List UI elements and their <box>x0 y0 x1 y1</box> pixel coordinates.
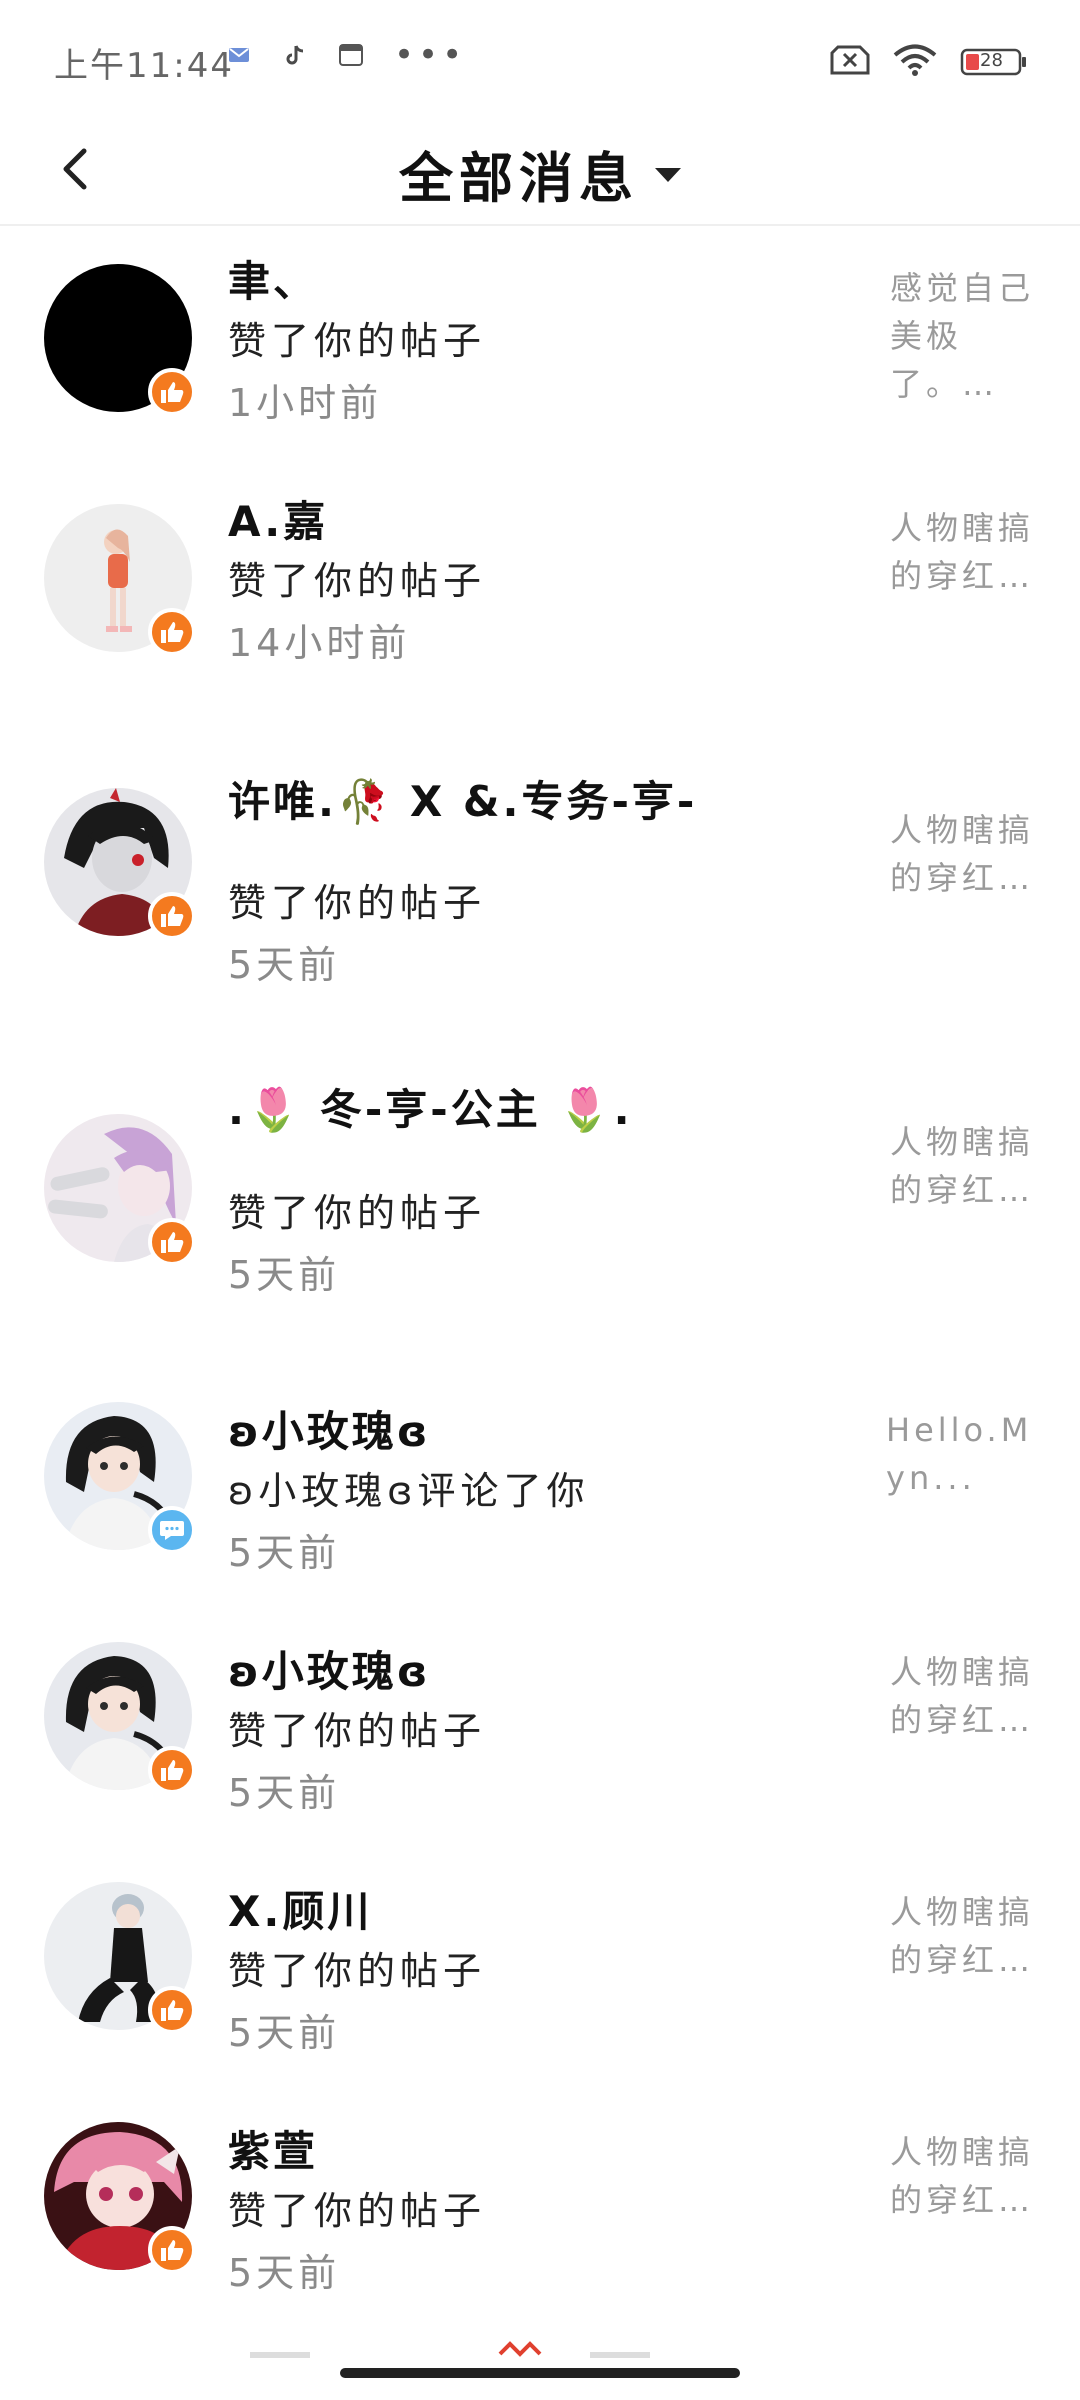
post-preview[interactable]: 人物瞎搞的穿红… <box>890 1648 1040 1744</box>
post-preview[interactable]: 人物瞎搞的穿红… <box>890 1888 1040 1984</box>
comment-icon <box>148 1506 196 1554</box>
wifi-icon <box>892 44 938 80</box>
sim-off-icon <box>830 45 870 79</box>
message-time: 1小时前 <box>228 381 383 425</box>
caret-down-icon <box>655 168 681 182</box>
avatar[interactable] <box>44 788 196 940</box>
sender-name[interactable]: 聿、 <box>228 248 318 309</box>
message-time: 5天前 <box>228 943 341 987</box>
like-icon <box>148 1986 196 2034</box>
like-icon <box>148 368 196 416</box>
app-header: 全部消息 <box>0 120 1080 226</box>
avatar[interactable] <box>44 1642 196 1794</box>
status-bar: 上午11:44 ••• 28 <box>0 0 1080 120</box>
like-icon <box>148 892 196 940</box>
sender-name[interactable]: X.顾川 <box>228 1878 372 1939</box>
post-preview[interactable]: 人物瞎搞的穿红… <box>890 504 1040 600</box>
sender-name[interactable]: ʚ小玫瑰ɞ <box>228 1638 430 1699</box>
message-action: 赞了你的帖子 <box>228 319 487 363</box>
message-item[interactable]: 紫萱 赞了你的帖子 5天前 人物瞎搞的穿红… <box>0 2098 1080 2328</box>
sender-name[interactable]: 紫萱 <box>228 2118 318 2179</box>
avatar[interactable] <box>44 2122 196 2274</box>
message-item[interactable]: 许唯.🥀 X &.专务-亨- 赞了你的帖子 5天前 人物瞎搞的穿红… <box>0 748 1080 987</box>
message-time: 5天前 <box>228 1771 341 1815</box>
message-action: 赞了你的帖子 <box>228 559 487 603</box>
message-time: 14小时前 <box>228 621 411 665</box>
message-time: 5天前 <box>228 1531 341 1575</box>
avatar[interactable] <box>44 1114 196 1266</box>
notification-icons: ••• <box>226 35 467 75</box>
message-action: 赞了你的帖子 <box>228 1949 487 1993</box>
message-item[interactable]: A.嘉 赞了你的帖子 14小时前 人物瞎搞的穿红… <box>0 468 1080 698</box>
battery-icon: 28 <box>960 48 1028 76</box>
status-right-icons: 28 <box>830 44 1028 80</box>
message-item[interactable]: ʚ小玫瑰ɞ ʚ小玫瑰ɞ评论了你 5天前 Hello.Myn... <box>0 1378 1080 1608</box>
sender-name[interactable]: .🌷 冬-亨-公主 🌷. <box>228 1076 633 1137</box>
sender-name[interactable]: 许唯.🥀 X &.专务-亨- <box>228 768 697 829</box>
sender-name[interactable]: A.嘉 <box>228 488 328 549</box>
avatar[interactable] <box>44 264 196 416</box>
message-action: 赞了你的帖子 <box>228 2189 487 2233</box>
post-preview[interactable]: 人物瞎搞的穿红… <box>890 1118 1040 1214</box>
next-row-peek <box>0 2340 1080 2360</box>
page-title: 全部消息 <box>399 146 639 210</box>
message-action: 赞了你的帖子 <box>228 881 487 925</box>
avatar[interactable] <box>44 1882 196 2034</box>
like-icon <box>148 1746 196 1794</box>
message-action: ʚ小玫瑰ɞ评论了你 <box>228 1469 590 1513</box>
mail-icon <box>226 44 252 66</box>
like-icon <box>148 1218 196 1266</box>
message-action: 赞了你的帖子 <box>228 1191 487 1235</box>
message-item[interactable]: 聿、 赞了你的帖子 1小时前 感觉自己美极了。… <box>0 228 1080 458</box>
post-preview[interactable]: 人物瞎搞的穿红… <box>890 806 1040 902</box>
battery-level: 28 <box>980 50 1003 71</box>
post-preview[interactable]: 人物瞎搞的穿红… <box>890 2128 1040 2224</box>
message-action: 赞了你的帖子 <box>228 1709 487 1753</box>
status-time: 上午11:44 <box>54 46 234 86</box>
message-time: 5天前 <box>228 2011 341 2055</box>
avatar[interactable] <box>44 1402 196 1554</box>
like-icon <box>148 608 196 656</box>
message-time: 5天前 <box>228 1253 341 1297</box>
message-filter-dropdown[interactable]: 全部消息 <box>0 120 1080 226</box>
more-notifications-icon: ••• <box>394 35 467 75</box>
message-item[interactable]: .🌷 冬-亨-公主 🌷. 赞了你的帖子 5天前 人物瞎搞的穿红… <box>0 1078 1080 1308</box>
app-window-icon <box>338 44 364 66</box>
post-preview[interactable]: 感觉自己美极了。… <box>890 264 1040 408</box>
tiktok-icon <box>282 44 308 66</box>
avatar[interactable] <box>44 504 196 656</box>
message-item[interactable]: ʚ小玫瑰ɞ 赞了你的帖子 5天前 人物瞎搞的穿红… <box>0 1618 1080 1848</box>
post-preview[interactable]: Hello.Myn... <box>886 1406 1046 1502</box>
like-icon <box>148 2226 196 2274</box>
home-indicator[interactable] <box>340 2368 740 2378</box>
message-time: 5天前 <box>228 2251 341 2295</box>
message-item[interactable]: X.顾川 赞了你的帖子 5天前 人物瞎搞的穿红… <box>0 1858 1080 2088</box>
sender-name[interactable]: ʚ小玫瑰ɞ <box>228 1398 430 1459</box>
